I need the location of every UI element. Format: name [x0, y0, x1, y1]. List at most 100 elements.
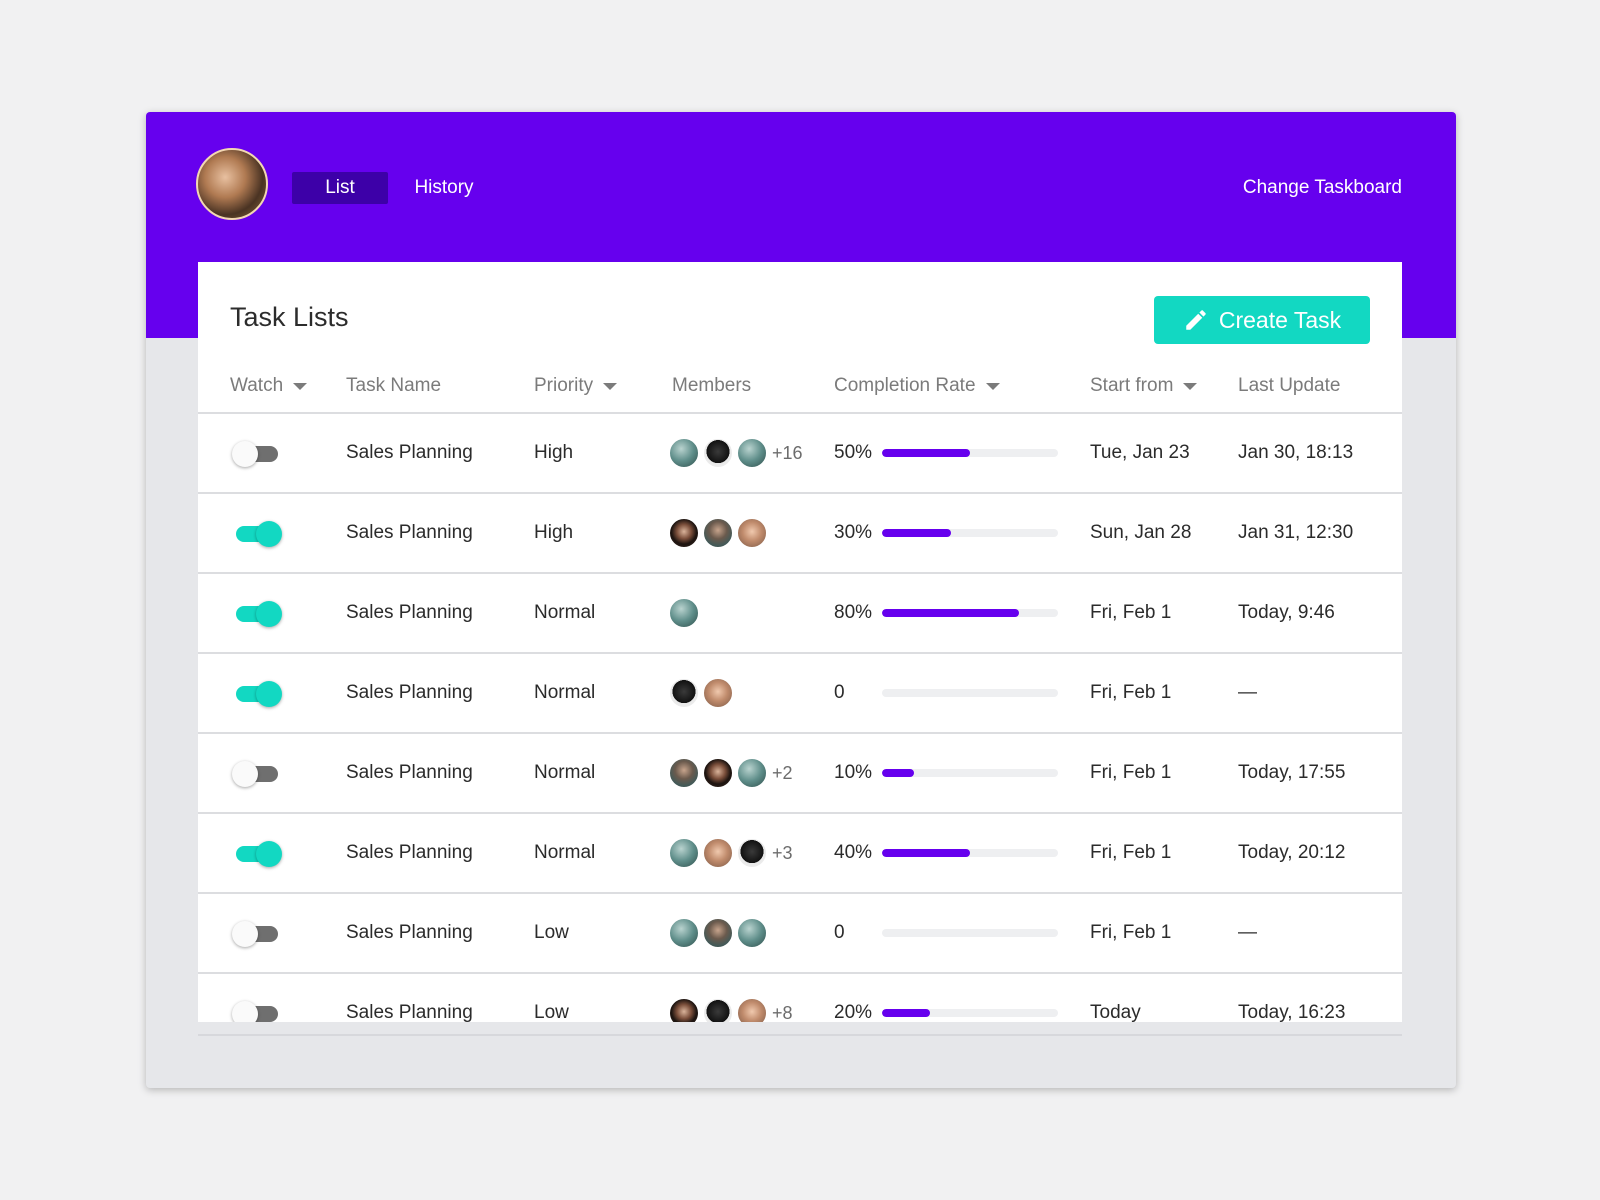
table-row[interactable]: Sales Planning Normal +2 10% Fri, Feb 1 … — [198, 732, 1402, 812]
watch-toggle[interactable] — [232, 836, 284, 870]
page-title: Task Lists — [230, 302, 349, 332]
last-update: Today, 9:46 — [1238, 602, 1335, 623]
progress-bar — [882, 529, 1058, 537]
member-avatar[interactable] — [702, 917, 734, 949]
members-group — [668, 574, 704, 652]
tab-list[interactable]: List — [292, 172, 388, 204]
priority-value: Low — [534, 922, 569, 943]
start-date: Fri, Feb 1 — [1090, 762, 1172, 783]
member-avatar[interactable] — [668, 677, 700, 709]
column-header-completion-rate[interactable]: Completion Rate — [834, 372, 1000, 400]
priority-value: Low — [534, 1002, 569, 1022]
priority-value: High — [534, 522, 574, 543]
member-avatar[interactable] — [702, 757, 734, 789]
watch-toggle[interactable] — [232, 996, 284, 1022]
watch-toggle[interactable] — [232, 676, 284, 710]
member-avatar[interactable] — [702, 677, 734, 709]
column-label-start-from: Start from — [1090, 375, 1174, 396]
toggle-knob — [256, 521, 282, 547]
progress-bar-fill — [882, 529, 951, 537]
completion-rate-label: 0 — [834, 682, 845, 703]
last-update: Jan 30, 18:13 — [1238, 442, 1354, 463]
member-avatar[interactable] — [668, 437, 700, 469]
member-avatar[interactable] — [668, 837, 700, 869]
members-extra-count[interactable]: +3 — [772, 843, 793, 864]
task-name[interactable]: Sales Planning — [346, 814, 473, 892]
progress-bar — [882, 849, 1058, 857]
progress-bar-fill — [882, 1009, 930, 1017]
create-task-label: Create Task — [1218, 306, 1342, 333]
divider — [198, 1034, 1402, 1036]
completion-rate-label: 0 — [834, 922, 845, 943]
member-avatar[interactable] — [736, 517, 768, 549]
column-header-start-from[interactable]: Start from — [1090, 372, 1198, 400]
change-taskboard-link[interactable]: Change Taskboard — [1243, 172, 1402, 204]
watch-toggle[interactable] — [232, 516, 284, 550]
progress-bar-fill — [882, 449, 970, 457]
last-update: Today, 17:55 — [1238, 762, 1346, 783]
progress-bar — [882, 449, 1058, 457]
member-avatar[interactable] — [668, 757, 700, 789]
progress-bar — [882, 1009, 1058, 1017]
column-header-last-update: Last Update — [1238, 372, 1340, 400]
member-avatar[interactable] — [668, 997, 700, 1022]
create-task-button[interactable]: Create Task — [1154, 296, 1370, 344]
completion-rate: 50% — [834, 414, 1058, 492]
user-avatar[interactable] — [196, 148, 268, 220]
members-group: +3 — [668, 814, 793, 892]
task-name[interactable]: Sales Planning — [346, 974, 473, 1022]
member-avatar[interactable] — [668, 917, 700, 949]
members-extra-count[interactable]: +16 — [772, 443, 803, 464]
member-avatar[interactable] — [736, 997, 768, 1022]
priority-value: High — [534, 442, 574, 463]
member-avatar[interactable] — [668, 517, 700, 549]
table-row[interactable]: Sales Planning Low +8 20% Today Today, 1… — [198, 972, 1402, 1022]
members-group: +16 — [668, 414, 803, 492]
table-row[interactable]: Sales Planning Normal 80% Fri, Feb 1 Tod… — [198, 572, 1402, 652]
members-group — [668, 494, 772, 572]
table-row[interactable]: Sales Planning High 30% Sun, Jan 28 Jan … — [198, 492, 1402, 572]
members-extra-count[interactable]: +8 — [772, 1003, 793, 1023]
watch-toggle[interactable] — [232, 436, 284, 470]
last-update: Jan 31, 12:30 — [1238, 522, 1354, 543]
task-name[interactable]: Sales Planning — [346, 894, 473, 972]
completion-rate-label: 50% — [834, 442, 873, 463]
member-avatar[interactable] — [702, 837, 734, 869]
member-avatar[interactable] — [736, 437, 768, 469]
completion-rate-label: 20% — [834, 1002, 873, 1022]
task-name[interactable]: Sales Planning — [346, 494, 473, 572]
column-label-priority: Priority — [534, 375, 594, 396]
watch-toggle[interactable] — [232, 916, 284, 950]
last-update: Today, 20:12 — [1238, 842, 1346, 863]
priority-value: Normal — [534, 602, 596, 623]
table-row[interactable]: Sales Planning High +16 50% Tue, Jan 23 … — [198, 412, 1402, 492]
task-name[interactable]: Sales Planning — [346, 414, 473, 492]
member-avatar[interactable] — [736, 757, 768, 789]
column-header-watch[interactable]: Watch — [230, 372, 308, 400]
table-row[interactable]: Sales Planning Low 0 Fri, Feb 1 — — [198, 892, 1402, 972]
watch-toggle[interactable] — [232, 756, 284, 790]
start-date: Fri, Feb 1 — [1090, 602, 1172, 623]
table-row[interactable]: Sales Planning Normal +3 40% Fri, Feb 1 … — [198, 812, 1402, 892]
last-update: Today, 16:23 — [1238, 1002, 1346, 1022]
column-label-members: Members — [672, 375, 752, 396]
watch-toggle[interactable] — [232, 596, 284, 630]
taskboard-app: List History Change Taskboard Task Lists… — [146, 112, 1456, 1088]
completion-rate-label: 40% — [834, 842, 873, 863]
member-avatar[interactable] — [702, 437, 734, 469]
completion-rate: 20% — [834, 974, 1058, 1022]
member-avatar[interactable] — [736, 917, 768, 949]
completion-rate: 30% — [834, 494, 1058, 572]
start-date: Fri, Feb 1 — [1090, 922, 1172, 943]
column-header-priority[interactable]: Priority — [534, 372, 618, 400]
task-name[interactable]: Sales Planning — [346, 654, 473, 732]
task-name[interactable]: Sales Planning — [346, 734, 473, 812]
member-avatar[interactable] — [736, 837, 768, 869]
member-avatar[interactable] — [668, 597, 700, 629]
member-avatar[interactable] — [702, 517, 734, 549]
table-row[interactable]: Sales Planning Normal 0 Fri, Feb 1 — — [198, 652, 1402, 732]
member-avatar[interactable] — [702, 997, 734, 1022]
task-name[interactable]: Sales Planning — [346, 574, 473, 652]
members-extra-count[interactable]: +2 — [772, 763, 793, 784]
tab-history[interactable]: History — [404, 172, 484, 204]
